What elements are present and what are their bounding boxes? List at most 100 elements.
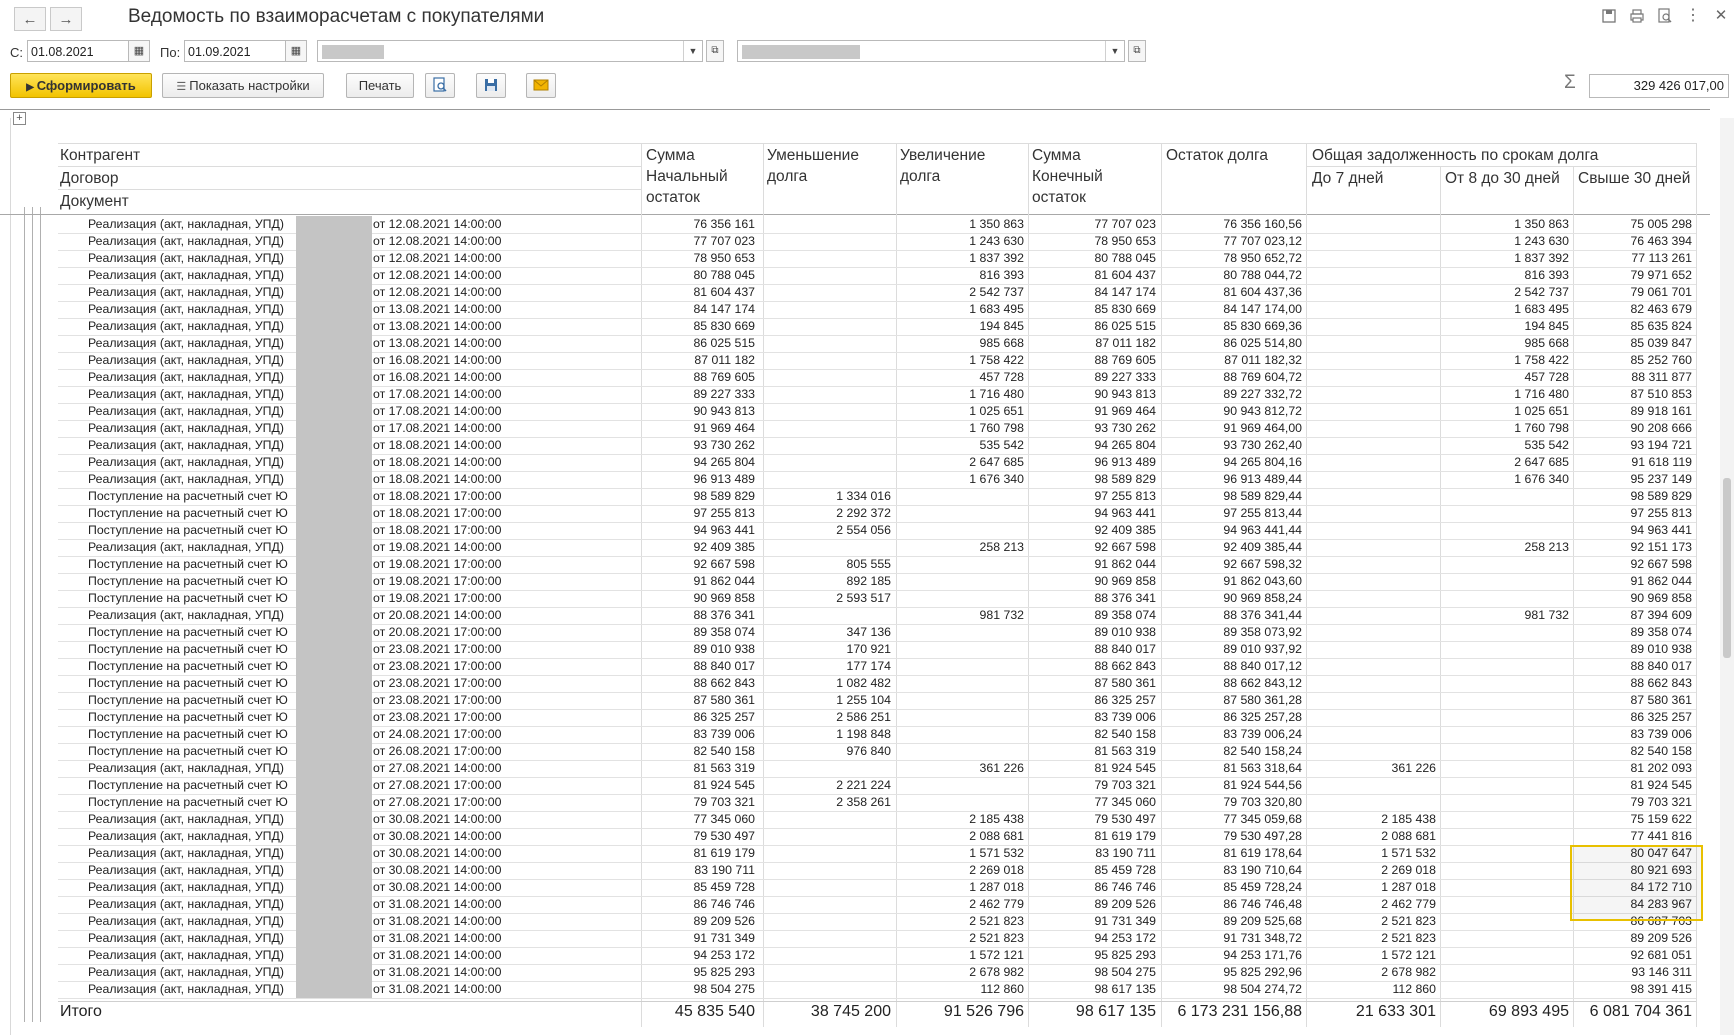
table-row[interactable]: Реализация (акт, накладная, УПД) от 16.08… xyxy=(58,369,1696,387)
total-8-to-30: 69 893 495 xyxy=(1488,1003,1569,1020)
table-row[interactable]: Поступление на расчетный счет Ю от 20.08.… xyxy=(58,624,1696,642)
date-cell: от 27.08.2021 14:00:00 xyxy=(373,761,502,775)
generate-button[interactable]: ▶ Сформировать xyxy=(10,73,152,98)
print-button[interactable]: Печать xyxy=(346,73,414,98)
over-30-cell: 95 237 149 xyxy=(1630,472,1692,486)
8-to-30-cell: 1 683 495 xyxy=(1514,302,1569,316)
table-row[interactable]: Реализация (акт, накладная, УПД) от 12.08… xyxy=(58,233,1696,251)
send-email-button[interactable] xyxy=(526,73,556,98)
vertical-scrollbar[interactable] xyxy=(1720,118,1734,1035)
table-row[interactable]: Реализация (акт, накладная, УПД) от 13.08… xyxy=(58,301,1696,319)
table-row[interactable]: Реализация (акт, накладная, УПД) от 17.08… xyxy=(58,420,1696,438)
scrollbar-thumb[interactable] xyxy=(1723,478,1731,658)
table-row[interactable]: Реализация (акт, накладная, УПД) от 30.08… xyxy=(58,828,1696,846)
table-row[interactable]: Поступление на расчетный счет Ю от 18.08.… xyxy=(58,505,1696,523)
forward-button[interactable]: → xyxy=(50,7,82,31)
table-row[interactable]: Поступление на расчетный счет Ю от 23.08.… xyxy=(58,709,1696,727)
table-row[interactable]: Реализация (акт, накладная, УПД) от 31.08… xyxy=(58,896,1696,914)
preview-icon[interactable] xyxy=(1656,8,1674,26)
table-row[interactable]: Реализация (акт, накладная, УПД) от 17.08… xyxy=(58,386,1696,404)
table-row[interactable]: Поступление на расчетный счет Ю от 26.08.… xyxy=(58,743,1696,761)
from-date-field[interactable]: 01.08.2021 xyxy=(27,40,129,62)
table-row[interactable]: Реализация (акт, накладная, УПД) от 17.08… xyxy=(58,403,1696,421)
table-row[interactable]: Реализация (акт, накладная, УПД) от 31.08… xyxy=(58,947,1696,965)
back-button[interactable]: ← xyxy=(14,7,46,31)
over-30-cell: 88 311 877 xyxy=(1631,370,1692,384)
table-row[interactable]: Реализация (акт, накладная, УПД) от 18.08… xyxy=(58,454,1696,472)
header-top-line xyxy=(58,143,1696,144)
table-row[interactable]: Реализация (акт, накладная, УПД) от 31.08… xyxy=(58,930,1696,948)
up-to-7-cell: 2 521 823 xyxy=(1381,931,1436,945)
total-remainder: 6 173 231 156,88 xyxy=(1177,1003,1302,1020)
increase-cell: 1 287 018 xyxy=(969,880,1024,894)
table-row[interactable]: Реализация (акт, накладная, УПД) от 18.08… xyxy=(58,471,1696,489)
end-balance-cell: 87 580 361 xyxy=(1094,676,1156,690)
table-row[interactable]: Реализация (акт, накладная, УПД) от 16.08… xyxy=(58,352,1696,370)
table-row[interactable]: Реализация (акт, накладная, УПД) от 13.08… xyxy=(58,318,1696,336)
redacted-counterparty xyxy=(296,607,372,624)
start-balance-cell: 89 227 333 xyxy=(693,387,755,401)
table-row[interactable]: Реализация (акт, накладная, УПД) от 31.08… xyxy=(58,913,1696,931)
table-row[interactable]: Поступление на расчетный счет Ю от 24.08.… xyxy=(58,726,1696,744)
selected-cells-highlight[interactable] xyxy=(1570,845,1703,921)
counterparty-select[interactable]: ▼ xyxy=(737,40,1125,62)
table-row[interactable]: Поступление на расчетный счет Ю от 18.08.… xyxy=(58,488,1696,506)
table-row[interactable]: Реализация (акт, накладная, УПД) от 30.08… xyxy=(58,845,1696,863)
start-balance-cell: 94 265 804 xyxy=(693,455,755,469)
table-row[interactable]: Реализация (акт, накладная, УПД) от 20.08… xyxy=(58,607,1696,625)
over-30-cell: 85 635 824 xyxy=(1630,319,1692,333)
from-calendar-button[interactable]: ▦ xyxy=(128,40,150,62)
counterparty-open-button[interactable]: ⧉ xyxy=(1128,40,1146,62)
end-balance-cell: 83 190 711 xyxy=(1095,846,1156,860)
table-row[interactable]: Реализация (акт, накладная, УПД) от 30.08… xyxy=(58,811,1696,829)
decrease-cell: 347 136 xyxy=(846,625,891,639)
to-calendar-button[interactable]: ▦ xyxy=(285,40,307,62)
table-row[interactable]: Реализация (акт, накладная, УПД) от 12.08… xyxy=(58,267,1696,285)
over-30-cell: 87 510 853 xyxy=(1630,387,1692,401)
table-row[interactable]: Реализация (акт, накладная, УПД) от 31.08… xyxy=(58,964,1696,982)
table-row[interactable]: Реализация (акт, накладная, УПД) от 30.08… xyxy=(58,862,1696,880)
table-row[interactable]: Реализация (акт, накладная, УПД) от 31.08… xyxy=(58,981,1696,999)
preview-button[interactable] xyxy=(425,73,455,98)
table-row[interactable]: Поступление на расчетный счет Ю от 23.08.… xyxy=(58,641,1696,659)
table-row[interactable]: Поступление на расчетный счет Ю от 23.08.… xyxy=(58,658,1696,676)
increase-cell: 1 837 392 xyxy=(969,251,1024,265)
table-row[interactable]: Поступление на расчетный счет Ю от 18.08.… xyxy=(58,522,1696,540)
decrease-cell: 1 334 016 xyxy=(836,489,891,503)
table-row[interactable]: Поступление на расчетный счет Ю от 23.08.… xyxy=(58,675,1696,693)
show-settings-button[interactable]: ☰ Показать настройки xyxy=(162,73,324,98)
remainder-cell: 85 830 669,36 xyxy=(1223,319,1302,333)
header-8-to-30-days: От 8 до 30 дней xyxy=(1445,170,1560,187)
remainder-cell: 79 703 320,80 xyxy=(1223,795,1302,809)
table-row[interactable]: Реализация (акт, накладная, УПД) от 19.08… xyxy=(58,539,1696,557)
table-row[interactable]: Реализация (акт, накладная, УПД) от 27.08… xyxy=(58,760,1696,778)
to-date-field[interactable]: 01.09.2021 xyxy=(184,40,286,62)
remainder-cell: 93 730 262,40 xyxy=(1223,438,1302,452)
more-menu-icon[interactable]: ⋮ xyxy=(1684,8,1702,26)
print-icon[interactable] xyxy=(1628,8,1646,26)
table-row[interactable]: Поступление на расчетный счет Ю от 27.08.… xyxy=(58,777,1696,795)
over-30-cell: 81 202 093 xyxy=(1630,761,1692,775)
organization-select[interactable]: ▼ xyxy=(317,40,703,62)
table-row[interactable]: Реализация (акт, накладная, УПД) от 12.08… xyxy=(58,284,1696,302)
date-cell: от 17.08.2021 14:00:00 xyxy=(373,421,502,435)
table-row[interactable]: Поступление на расчетный счет Ю от 23.08.… xyxy=(58,692,1696,710)
dropdown-arrow-icon[interactable]: ▼ xyxy=(1105,41,1124,61)
close-icon[interactable]: ✕ xyxy=(1712,8,1730,26)
save-icon[interactable] xyxy=(1600,8,1618,26)
save-button[interactable] xyxy=(476,73,506,98)
table-row[interactable]: Реализация (акт, накладная, УПД) от 30.08… xyxy=(58,879,1696,897)
table-row[interactable]: Реализация (акт, накладная, УПД) от 18.08… xyxy=(58,437,1696,455)
table-row[interactable]: Поступление на расчетный счет Ю от 27.08.… xyxy=(58,794,1696,812)
remainder-cell: 87 011 182,32 xyxy=(1224,353,1302,367)
table-row[interactable]: Реализация (акт, накладная, УПД) от 12.08… xyxy=(58,216,1696,234)
table-row[interactable]: Реализация (акт, накладная, УПД) от 12.08… xyxy=(58,250,1696,268)
table-row[interactable]: Поступление на расчетный счет Ю от 19.08.… xyxy=(58,556,1696,574)
expand-group-button[interactable]: + xyxy=(13,112,26,125)
organization-open-button[interactable]: ⧉ xyxy=(706,40,724,62)
table-row[interactable]: Поступление на расчетный счет Ю от 19.08.… xyxy=(58,573,1696,591)
table-row[interactable]: Реализация (акт, накладная, УПД) от 13.08… xyxy=(58,335,1696,353)
date-cell: от 18.08.2021 14:00:00 xyxy=(373,438,502,452)
table-row[interactable]: Поступление на расчетный счет Ю от 19.08.… xyxy=(58,590,1696,608)
dropdown-arrow-icon[interactable]: ▼ xyxy=(683,41,702,61)
